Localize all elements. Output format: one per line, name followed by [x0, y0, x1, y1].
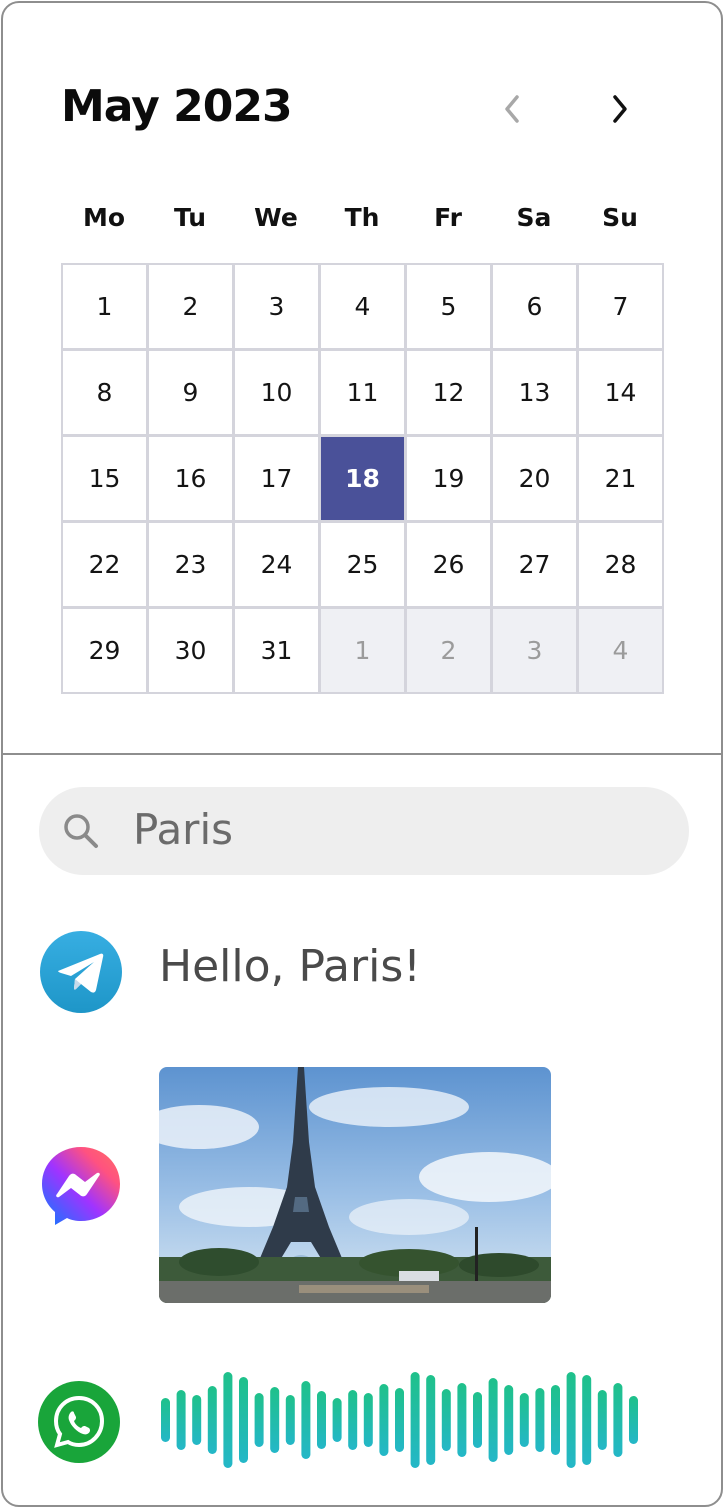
- calendar-day[interactable]: 24: [233, 521, 320, 608]
- calendar-day-next-month[interactable]: 3: [491, 607, 578, 694]
- waveform-bar: [473, 1392, 482, 1448]
- calendar-day[interactable]: 31: [233, 607, 320, 694]
- waveform-bar: [176, 1390, 186, 1450]
- waveform-bar: [457, 1383, 467, 1457]
- calendar-day[interactable]: 30: [147, 607, 234, 694]
- waveform-bar: [239, 1377, 248, 1463]
- telegram-icon[interactable]: [40, 931, 122, 1013]
- calendar-day[interactable]: 7: [577, 263, 664, 350]
- weekday-label: Sa: [516, 203, 552, 232]
- waveform-bar: [597, 1390, 607, 1450]
- messenger-icon[interactable]: [40, 1145, 122, 1227]
- weekday-header-row: Mo Tu We Th Fr Sa Su: [61, 203, 665, 243]
- next-month-button[interactable]: [605, 91, 635, 127]
- calendar-day[interactable]: 12: [405, 349, 492, 436]
- calendar-day[interactable]: 17: [233, 435, 320, 522]
- calendar-day[interactable]: 2: [147, 263, 234, 350]
- weekday-label: Su: [602, 203, 638, 232]
- calendar-day[interactable]: 6: [491, 263, 578, 350]
- eiffel-tower-image: [159, 1067, 551, 1303]
- search-icon: [64, 814, 98, 848]
- waveform-bar: [317, 1391, 326, 1449]
- weekday-label: Fr: [434, 203, 462, 232]
- waveform-bar: [223, 1372, 233, 1468]
- waveform-bar: [535, 1388, 545, 1452]
- eiffel-tower-photo[interactable]: [159, 1067, 551, 1303]
- waveform-bar: [441, 1389, 451, 1451]
- calendar-day[interactable]: 16: [147, 435, 234, 522]
- waveform-bar: [363, 1393, 373, 1447]
- waveform-bar: [348, 1390, 358, 1450]
- calendar-day-grid: 1 2 3 4 5 6 7 8 9 10 11 12 13 14 15 16 17 18 19 20 21 22 23 24 2…: [61, 263, 667, 697]
- weekday-label: We: [254, 203, 298, 232]
- calendar-day[interactable]: 4: [319, 263, 406, 350]
- waveform-bar: [566, 1372, 576, 1468]
- calendar-day-next-month[interactable]: 1: [319, 607, 406, 694]
- waveform-bar: [410, 1372, 420, 1468]
- calendar-day[interactable]: 21: [577, 435, 664, 522]
- waveform-bar: [613, 1383, 623, 1457]
- waveform-bar: [254, 1393, 264, 1447]
- waveform-bar: [395, 1388, 404, 1452]
- calendar-day[interactable]: 3: [233, 263, 320, 350]
- calendar-day[interactable]: 27: [491, 521, 578, 608]
- calendar-day[interactable]: 1: [61, 263, 148, 350]
- calendar-day[interactable]: 10: [233, 349, 320, 436]
- app-frame: May 2023 Mo Tu We Th Fr Sa Su 1 2 3 4 5 6 7 8 9 10 11 12 1…: [1, 1, 723, 1507]
- calendar-day[interactable]: 23: [147, 521, 234, 608]
- previous-month-button[interactable]: [497, 91, 527, 127]
- chevron-right-icon: [613, 95, 627, 123]
- waveform-bar: [270, 1387, 280, 1453]
- waveform-bars: [161, 1372, 638, 1468]
- calendar-day[interactable]: 28: [577, 521, 664, 608]
- calendar-day[interactable]: 5: [405, 263, 492, 350]
- waveform-bar: [426, 1375, 436, 1465]
- waveform-bar: [551, 1385, 560, 1455]
- waveform-bar: [207, 1386, 217, 1454]
- calendar-day[interactable]: 26: [405, 521, 492, 608]
- calendar-day[interactable]: 22: [61, 521, 148, 608]
- waveform-bar: [332, 1398, 342, 1442]
- search-input[interactable]: Paris: [133, 805, 233, 854]
- calendar-day-next-month[interactable]: 2: [405, 607, 492, 694]
- calendar-day-selected[interactable]: 18: [319, 435, 406, 522]
- calendar-day[interactable]: 9: [147, 349, 234, 436]
- waveform-bar: [519, 1393, 529, 1447]
- waveform-bar: [301, 1381, 311, 1459]
- waveform-bar: [504, 1385, 514, 1455]
- calendar-day[interactable]: 11: [319, 349, 406, 436]
- whatsapp-icon[interactable]: [38, 1381, 120, 1463]
- weekday-label: Th: [344, 203, 380, 232]
- telegram-message-text: Hello, Paris!: [159, 941, 421, 992]
- calendar-day[interactable]: 15: [61, 435, 148, 522]
- waveform-bar: [629, 1396, 638, 1444]
- chevron-left-icon: [505, 95, 519, 123]
- calendar-day[interactable]: 25: [319, 521, 406, 608]
- calendar-day[interactable]: 20: [491, 435, 578, 522]
- weekday-label: Tu: [173, 203, 207, 232]
- waveform-bar: [192, 1395, 202, 1445]
- calendar-day[interactable]: 29: [61, 607, 148, 694]
- waveform-bar: [488, 1378, 498, 1462]
- calendar-day[interactable]: 14: [577, 349, 664, 436]
- waveform-bar: [161, 1398, 170, 1442]
- waveform-bar: [379, 1384, 389, 1456]
- calendar-day[interactable]: 19: [405, 435, 492, 522]
- search-field[interactable]: Paris: [39, 787, 689, 875]
- calendar-day[interactable]: 8: [61, 349, 148, 436]
- weekday-label: Mo: [82, 203, 126, 232]
- voice-message-waveform[interactable]: [153, 1365, 653, 1475]
- calendar-day-next-month[interactable]: 4: [577, 607, 664, 694]
- calendar-day[interactable]: 13: [491, 349, 578, 436]
- waveform-bar: [285, 1395, 295, 1445]
- waveform-bar: [582, 1375, 592, 1465]
- section-divider: [3, 753, 721, 755]
- calendar-month-title: May 2023: [61, 81, 293, 132]
